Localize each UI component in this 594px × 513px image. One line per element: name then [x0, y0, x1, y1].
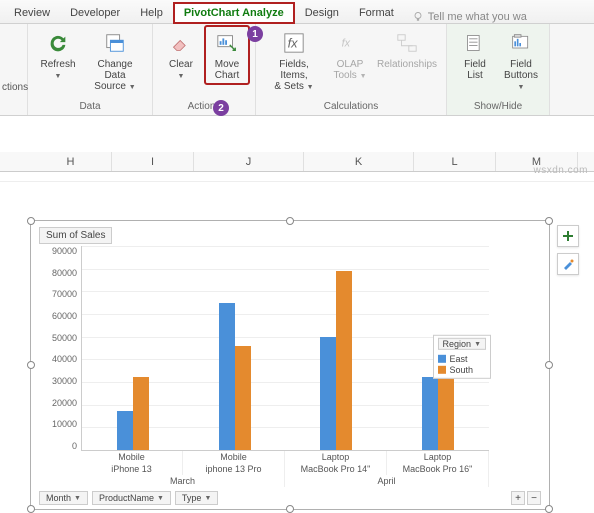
plus-icon [562, 230, 574, 242]
col-header[interactable]: K [304, 152, 414, 171]
x-axis-lvl3: March April [81, 475, 489, 487]
data-source-icon [101, 29, 129, 57]
dropdown-icon: ▼ [74, 495, 81, 502]
group-label-calculations: Calculations [262, 99, 440, 115]
chart-elements-button[interactable] [557, 225, 579, 247]
lightbulb-icon [412, 11, 424, 23]
eraser-icon [167, 29, 195, 57]
field-buttons-button[interactable]: Field Buttons ▼ [499, 26, 543, 95]
options-group-stub: ctions [0, 80, 28, 120]
bar-group [184, 246, 286, 450]
tell-me-search[interactable]: Tell me what you wa [412, 11, 527, 23]
chart-styles-button[interactable] [557, 253, 579, 275]
resize-handle[interactable] [545, 217, 553, 225]
olap-icon: fx [336, 29, 364, 57]
formula-icon: fx [280, 29, 308, 57]
resize-handle[interactable] [286, 217, 294, 225]
clear-button[interactable]: Clear▼ [159, 26, 203, 84]
ribbon: ctions Refresh▼ Change Data Source ▼ Dat… [0, 24, 594, 116]
refresh-button[interactable]: Refresh▼ [34, 26, 82, 84]
ribbon-group-data: Refresh▼ Change Data Source ▼ Data [28, 24, 153, 115]
badge-step-2: 2 [213, 100, 229, 116]
ribbon-group-show-hide: Field List Field Buttons ▼ Show/Hide [447, 24, 550, 115]
olap-tools-button: fx OLAP Tools ▼ [328, 26, 372, 84]
legend-field-button[interactable]: Region ▼ [438, 338, 486, 350]
fields-items-sets-button[interactable]: fx Fields, Items, & Sets ▼ [262, 26, 326, 95]
bar-group [82, 246, 184, 450]
col-header[interactable]: I [112, 152, 194, 171]
move-chart-icon [213, 29, 241, 57]
brush-icon [562, 258, 574, 270]
watermark: wsxdn.com [533, 165, 588, 176]
bar-east[interactable] [219, 303, 235, 450]
chart-inner: Sum of Sales 900008000070000600005000040… [31, 221, 549, 509]
bar-east[interactable] [320, 337, 336, 450]
resize-handle[interactable] [27, 217, 35, 225]
dropdown-icon: ▼ [178, 73, 185, 80]
bar-east[interactable] [117, 411, 133, 450]
ribbon-tabs: Review Developer Help PivotChart Analyze… [0, 0, 594, 24]
field-list-icon [461, 29, 489, 57]
dropdown-icon: ▼ [55, 73, 62, 80]
group-label-show-hide: Show/Hide [453, 99, 543, 115]
x-axis-lvl2: iPhone 13 iphone 13 Pro MacBook Pro 14" … [81, 463, 489, 475]
chart-legend[interactable]: Region ▼ East South [433, 335, 491, 379]
bar-south[interactable] [133, 377, 149, 450]
resize-handle[interactable] [27, 505, 35, 513]
svg-text:fx: fx [288, 36, 299, 51]
dropdown-icon: ▼ [518, 84, 525, 91]
field-buttons-icon [507, 29, 535, 57]
field-list-button[interactable]: Field List [453, 26, 497, 84]
x-axis-lvl1: Mobile Mobile Laptop Laptop [81, 451, 489, 463]
group-label-data: Data [34, 99, 146, 115]
legend-item: South [438, 365, 486, 375]
group-label-actions: Actions [159, 99, 249, 115]
resize-handle[interactable] [545, 505, 553, 513]
ribbon-group-actions: Clear▼ Move Chart Actions 1 2 [153, 24, 256, 115]
tab-help[interactable]: Help [130, 3, 173, 23]
col-header[interactable]: L [414, 152, 496, 171]
dropdown-icon: ▼ [474, 340, 481, 347]
plot-area[interactable]: Region ▼ East South [81, 246, 489, 451]
legend-item: East [438, 354, 486, 364]
tab-design[interactable]: Design [295, 3, 349, 23]
dropdown-icon: ▼ [157, 495, 164, 502]
tab-pivotchart-analyze[interactable]: PivotChart Analyze [173, 2, 295, 24]
y-axis: 9000080000700006000050000400003000020000… [39, 246, 81, 451]
move-chart-button[interactable]: Move Chart [205, 26, 249, 84]
svg-text:fx: fx [342, 37, 351, 49]
dropdown-icon: ▼ [307, 84, 314, 91]
chart-side-buttons [557, 225, 579, 275]
col-header[interactable]: J [194, 152, 304, 171]
dropdown-icon: ▼ [129, 84, 136, 91]
tab-developer[interactable]: Developer [60, 3, 130, 23]
worksheet-area[interactable]: H I J K L M Sum of Sales 900008000070000… [0, 152, 594, 182]
badge-step-1: 1 [247, 26, 263, 42]
change-data-source-button[interactable]: Change Data Source ▼ [84, 26, 146, 95]
tell-me-placeholder: Tell me what you wa [428, 11, 527, 23]
resize-handle[interactable] [286, 505, 294, 513]
relationships-button: Relationships [374, 26, 440, 73]
bar-group [286, 246, 388, 450]
pivot-chart-object[interactable]: Sum of Sales 900008000070000600005000040… [30, 220, 550, 510]
bar-south[interactable] [336, 271, 352, 450]
resize-handle[interactable] [545, 361, 553, 369]
col-header[interactable]: H [30, 152, 112, 171]
resize-handle[interactable] [27, 361, 35, 369]
relationships-icon [393, 29, 421, 57]
dropdown-icon: ▼ [204, 495, 211, 502]
ribbon-group-calculations: fx Fields, Items, & Sets ▼ fx OLAP Tools… [256, 24, 447, 115]
column-headers: H I J K L M [0, 152, 594, 172]
tab-format[interactable]: Format [349, 3, 404, 23]
tab-review[interactable]: Review [4, 3, 60, 23]
chart-values-field-button[interactable]: Sum of Sales [39, 227, 112, 244]
bar-east[interactable] [422, 377, 438, 450]
refresh-icon [44, 29, 72, 57]
bar-south[interactable] [235, 346, 251, 450]
